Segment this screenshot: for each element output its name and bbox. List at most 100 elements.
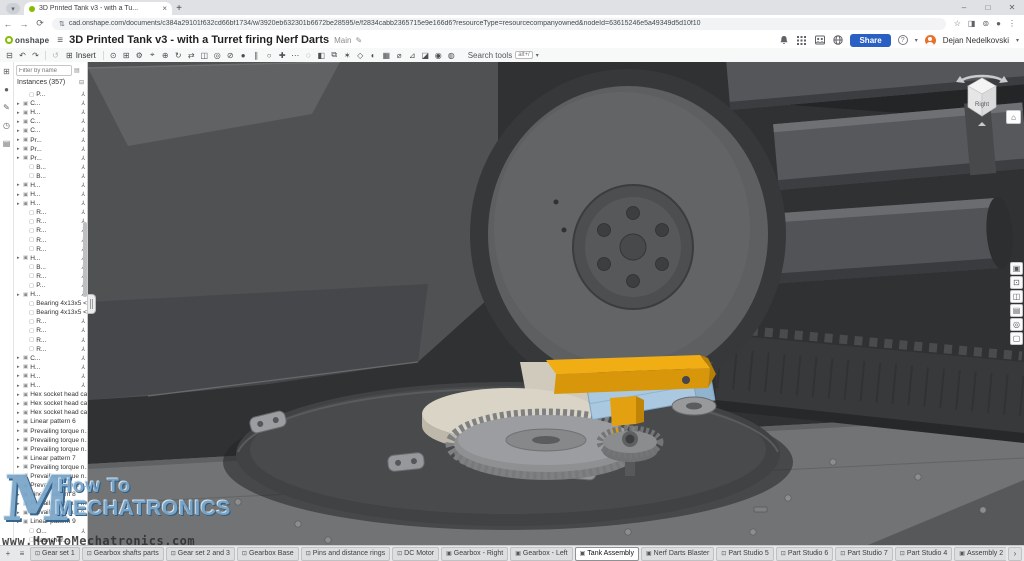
insert-button[interactable]: ⊞ Insert <box>66 51 96 60</box>
instance-row[interactable]: ▸▣Linear pattern 9 <box>14 517 87 526</box>
search-tools[interactable]: Search tools alt+/ ▾ <box>468 51 539 60</box>
tab-manager-button[interactable]: ≡ <box>16 549 28 558</box>
help-icon[interactable]: ? <box>898 35 908 45</box>
pin-slot-mate-icon[interactable]: ⊘ <box>224 51 237 60</box>
expand-caret-icon[interactable]: ▸ <box>17 201 21 207</box>
collapse-all-icon[interactable]: ⊟ <box>79 79 84 86</box>
document-tab-gear-set-1[interactable]: ⊡Gear set 1 <box>30 547 80 561</box>
document-tab-part-studio-5[interactable]: ⊡Part Studio 5 <box>716 547 774 561</box>
view-cube[interactable]: Right <box>952 66 1012 128</box>
bookmark-star-icon[interactable]: ☆ <box>954 19 961 28</box>
instance-row[interactable]: ▸▣Pr...⅄ <box>14 154 87 163</box>
assembly-tree-icon[interactable]: ⊟ <box>3 51 16 60</box>
expand-caret-icon[interactable]: ▸ <box>17 155 21 161</box>
document-tab-part-studio-4[interactable]: ⊡Part Studio 4 <box>895 547 953 561</box>
instance-row[interactable]: ▢R...⅄ <box>20 236 87 245</box>
instance-row[interactable]: ▸▣C...⅄ <box>14 117 87 126</box>
instance-row[interactable]: ▸▣Hex socket head ca... <box>14 408 87 417</box>
profile-avatar-icon[interactable]: ● <box>996 19 1001 28</box>
expand-caret-icon[interactable]: ▸ <box>17 182 21 188</box>
instance-row[interactable]: ▸▣Prevailing torque n... <box>14 463 87 472</box>
instance-row[interactable]: ▸▣C...⅄ <box>14 99 87 108</box>
replicate-icon[interactable]: ⧉ <box>328 50 341 60</box>
expand-caret-icon[interactable]: ▸ <box>17 437 21 443</box>
mirror-icon[interactable]: ◧ <box>315 51 328 60</box>
instance-row[interactable]: ▸▣H...⅄ <box>14 181 87 190</box>
document-tab-nerf-darts-blaster[interactable]: ▣Nerf Darts Blaster <box>641 547 714 561</box>
expand-caret-icon[interactable]: ▸ <box>17 355 21 361</box>
undo-icon[interactable]: ↶ <box>16 51 29 60</box>
document-tab-pins-and-distance-rings[interactable]: ⊡Pins and distance rings <box>301 547 390 561</box>
site-settings-icon[interactable]: ⇅ <box>59 20 65 28</box>
revolute-mate-icon[interactable]: ↻ <box>172 51 185 60</box>
view-cube-face-label[interactable]: Right <box>975 102 989 108</box>
expand-caret-icon[interactable]: ▸ <box>17 455 21 461</box>
snap-mode-icon[interactable]: ⌖ <box>146 50 159 60</box>
expand-caret-icon[interactable]: ▸ <box>17 364 21 370</box>
expand-caret-icon[interactable]: ▸ <box>17 401 21 407</box>
expand-caret-icon[interactable]: ▸ <box>17 137 21 143</box>
instance-row[interactable]: ▸▣H...⅄ <box>14 372 87 381</box>
idler-roller[interactable] <box>672 397 716 415</box>
expand-caret-icon[interactable]: ▸ <box>17 501 21 507</box>
rename-icon[interactable]: ✎ <box>355 36 362 45</box>
planar-mate-icon[interactable]: ◫ <box>198 51 211 60</box>
tab-close-icon[interactable]: × <box>162 4 167 13</box>
instance-row[interactable]: ▸▣Linear pattern 7 <box>14 454 87 463</box>
user-menu-caret-icon[interactable]: ▾ <box>1016 37 1019 44</box>
comments-panel-icon[interactable]: ● <box>4 85 9 94</box>
expand-caret-icon[interactable]: ▸ <box>17 110 21 116</box>
url-field[interactable]: ⇅ cad.onshape.com/documents/c384a29101f6… <box>52 18 946 30</box>
measure-icon[interactable]: ⌀ <box>393 51 406 60</box>
ball-mate-icon[interactable]: ● <box>237 51 250 60</box>
expand-caret-icon[interactable]: ▸ <box>17 373 21 379</box>
notes-panel-icon[interactable]: ▤ <box>3 139 11 148</box>
learning-center-icon[interactable] <box>814 35 825 46</box>
turret-cylinder[interactable] <box>470 69 786 400</box>
document-tab-part-studio-6[interactable]: ⊡Part Studio 6 <box>776 547 834 561</box>
slider-mate-icon[interactable]: ⇄ <box>185 51 198 60</box>
expand-caret-icon[interactable]: ▸ <box>17 192 21 198</box>
document-tab-assembly-2[interactable]: ▣Assembly 2 <box>954 547 1006 561</box>
cylindrical-mate-icon[interactable]: ◎ <box>211 51 224 60</box>
instance-row[interactable]: ▸▣H...⅄ <box>14 381 87 390</box>
instance-row[interactable]: ▢R...⅄ <box>20 317 87 326</box>
comment-icon[interactable]: ◍ <box>445 51 458 60</box>
instance-row[interactable]: ▢R...⅄ <box>20 226 87 235</box>
mate-icon[interactable]: ⊙ <box>107 51 120 60</box>
instance-row[interactable]: ▢Bearing 4x13x5 <3... <box>20 308 87 317</box>
apps-grid-icon[interactable] <box>796 35 807 46</box>
linear-pattern-icon[interactable]: ⋯ <box>289 51 302 60</box>
explode-view-icon[interactable]: ✶ <box>341 51 354 60</box>
expand-caret-icon[interactable]: ▸ <box>17 146 21 152</box>
instance-row[interactable]: ▢O...⅄ <box>20 527 87 536</box>
section-view-icon[interactable]: ◪ <box>419 51 432 60</box>
instance-row[interactable]: ▸▣Hex socket head ca... <box>14 390 87 399</box>
filter-list-icon[interactable]: ▤ <box>74 67 80 74</box>
user-name[interactable]: Dejan Nedelkovski <box>943 36 1009 45</box>
help-caret-icon[interactable]: ▾ <box>915 37 918 44</box>
instance-row[interactable]: ▸▣H...⅄ <box>14 190 87 199</box>
expand-caret-icon[interactable]: ▸ <box>17 392 21 398</box>
bom-icon[interactable]: ▦ <box>380 51 393 60</box>
instance-row[interactable]: ▸▣Prevailing torque n... <box>14 481 87 490</box>
document-tab-dc-motor[interactable]: ⊡DC Motor <box>392 547 439 561</box>
instance-row[interactable]: ▢Launcher... <box>20 536 87 545</box>
instance-row[interactable]: ▸▣Prevailing torque n... <box>14 436 87 445</box>
onshape-logo[interactable]: onshape <box>5 36 49 45</box>
expand-caret-icon[interactable]: ▸ <box>17 383 21 389</box>
workspace-name[interactable]: Main <box>334 36 351 45</box>
instance-row[interactable]: ▢R...⅄ <box>20 208 87 217</box>
model-viewport[interactable]: Right ⌂ ▣⊡◫▤◎▢ <box>88 62 1024 545</box>
expand-caret-icon[interactable]: ▸ <box>17 410 21 416</box>
mate-connector-icon[interactable]: ✚ <box>276 51 289 60</box>
zoom-fit-icon[interactable]: ⊡ <box>1010 276 1023 289</box>
instance-row[interactable]: ▸▣H...⅄ <box>14 363 87 372</box>
edit-panel-icon[interactable]: ✎ <box>3 103 10 112</box>
expand-caret-icon[interactable]: ▸ <box>17 119 21 125</box>
instance-row[interactable]: ▸▣Prevailing torque n... <box>14 472 87 481</box>
document-tab-gearbox-shafts-parts[interactable]: ⊡Gearbox shafts parts <box>82 547 164 561</box>
reload-button[interactable]: ⟳ <box>32 18 48 29</box>
instance-row[interactable]: ▢B...⅄ <box>20 172 87 181</box>
instance-row[interactable]: ▢Bearing 4x13x5 <28> <box>20 299 87 308</box>
